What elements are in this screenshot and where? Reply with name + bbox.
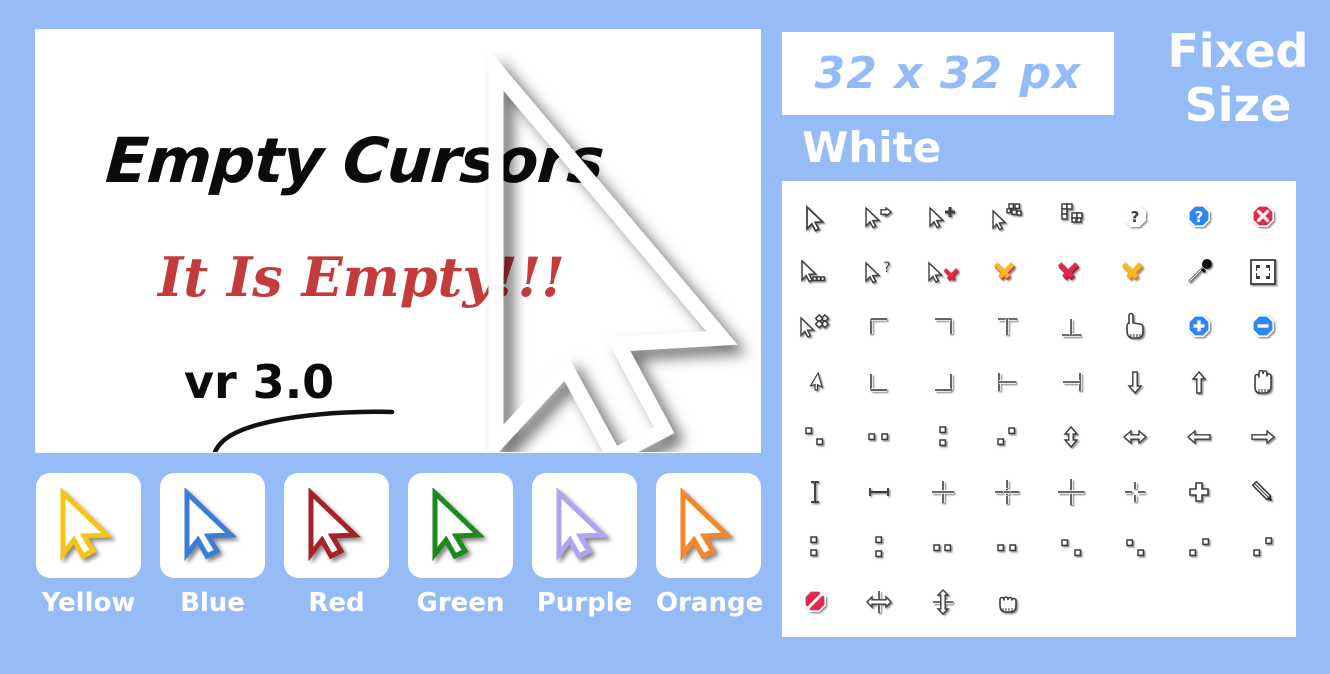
- arrow-cursor-icon[interactable]: [783, 189, 847, 244]
- resize-horizontal-pair-c-icon[interactable]: [975, 519, 1039, 574]
- color-variant-row: Yellow Blue Red Green Purple Orange: [36, 473, 766, 633]
- corner-bottom-right-icon[interactable]: [911, 354, 975, 409]
- color-card-label: Purple: [536, 588, 633, 618]
- arrow-move-icon[interactable]: [783, 299, 847, 354]
- zoom-in-octagon-icon[interactable]: [1167, 299, 1231, 354]
- arrow-cursor-green[interactable]: [408, 473, 513, 578]
- crosshair-small-dashed-icon[interactable]: [1103, 464, 1167, 519]
- hero-subtitle: It Is Empty!!!: [158, 245, 565, 309]
- color-card-purple[interactable]: Purple: [532, 473, 637, 618]
- hero-card: Empty Cursors It Is Empty!!! vr 3.0: [36, 30, 760, 452]
- color-card-yellow[interactable]: Yellow: [36, 473, 141, 618]
- color-card-label: Orange: [656, 588, 764, 618]
- color-card-label: Blue: [180, 588, 245, 618]
- x-mark-orange-icon[interactable]: [1103, 244, 1167, 299]
- tee-up-icon[interactable]: [1039, 299, 1103, 354]
- open-hand-icon[interactable]: [1231, 354, 1295, 409]
- zoom-out-octagon-icon[interactable]: [1231, 299, 1295, 354]
- x-mark-yellow-red-icon[interactable]: [975, 244, 1039, 299]
- arrow-dotted-trail-icon[interactable]: [783, 244, 847, 299]
- arrow-right-icon[interactable]: [1231, 409, 1295, 464]
- crosshair-plain-icon[interactable]: [911, 464, 975, 519]
- color-card-label: Red: [308, 588, 365, 618]
- arrow-up-icon[interactable]: [1167, 354, 1231, 409]
- arrow-app-starting-icon[interactable]: [847, 189, 911, 244]
- crosshair-large-icon[interactable]: [1039, 464, 1103, 519]
- tee-down-icon[interactable]: [975, 299, 1039, 354]
- resize-diagonal-c-icon[interactable]: [1167, 519, 1231, 574]
- resize-horizontal-pair-icon[interactable]: [847, 409, 911, 464]
- busy-blocks-icon[interactable]: [1039, 189, 1103, 244]
- horizontal-ibeam-icon[interactable]: [847, 464, 911, 519]
- fixed-size-label: Fixed Size: [1148, 28, 1328, 128]
- svg-text:?: ?: [883, 260, 890, 276]
- resize-vertical-stack-a-icon[interactable]: [783, 519, 847, 574]
- help-octagon-outline-icon[interactable]: ?: [1103, 189, 1167, 244]
- pencil-icon[interactable]: [1231, 464, 1295, 519]
- color-card-green[interactable]: Green: [408, 473, 513, 618]
- svg-text:?: ?: [1195, 208, 1204, 226]
- corner-top-right-icon[interactable]: [911, 299, 975, 354]
- arrow-working-in-background-icon[interactable]: [975, 189, 1039, 244]
- arrow-cursor-blue[interactable]: [160, 473, 265, 578]
- resize-diagonal-a-icon[interactable]: [1039, 519, 1103, 574]
- size-banner-text: 32 x 32 px: [814, 48, 1082, 99]
- split-horizontal-icon[interactable]: [847, 574, 911, 629]
- resize-horizontal-arrow-icon[interactable]: [1103, 409, 1167, 464]
- cursor-grid-panel: ???: [782, 181, 1296, 637]
- arrow-cursor-yellow[interactable]: [36, 473, 141, 578]
- resize-vertical-pair-icon[interactable]: [911, 409, 975, 464]
- resize-horizontal-pair-b-icon[interactable]: [911, 519, 975, 574]
- resize-diagonal-d-icon[interactable]: [1231, 519, 1295, 574]
- arrow-cursor-orange[interactable]: [656, 473, 761, 578]
- resize-vertical-arrow-icon[interactable]: [1039, 409, 1103, 464]
- fixed-size-line2: Size: [1184, 78, 1292, 132]
- tee-left-icon[interactable]: [1039, 354, 1103, 409]
- fit-to-frame-icon[interactable]: [1231, 244, 1295, 299]
- arrow-cursor-purple[interactable]: [532, 473, 637, 578]
- x-mark-red-icon[interactable]: [1039, 244, 1103, 299]
- crosshair-bold-icon[interactable]: [1167, 464, 1231, 519]
- text-ibeam-icon[interactable]: [783, 464, 847, 519]
- arrow-down-icon[interactable]: [1103, 354, 1167, 409]
- resize-diagonal-nwse-icon[interactable]: [783, 409, 847, 464]
- version-label: vr 3.0: [184, 355, 335, 409]
- unavailable-octagon-red-icon[interactable]: [1231, 189, 1295, 244]
- size-banner: 32 x 32 px: [782, 32, 1114, 115]
- corner-bottom-left-icon[interactable]: [847, 354, 911, 409]
- color-card-label: Yellow: [41, 588, 136, 618]
- split-vertical-icon[interactable]: [911, 574, 975, 629]
- color-card-label: Green: [416, 588, 505, 618]
- arrow-help-question-icon[interactable]: ?: [847, 244, 911, 299]
- color-card-orange[interactable]: Orange: [656, 473, 764, 618]
- eyedropper-icon[interactable]: [1167, 244, 1231, 299]
- arrow-left-icon[interactable]: [1167, 409, 1231, 464]
- tee-right-icon[interactable]: [975, 354, 1039, 409]
- color-card-blue[interactable]: Blue: [160, 473, 265, 618]
- crosshair-dashed-icon[interactable]: [975, 464, 1039, 519]
- pointing-hand-icon[interactable]: [1103, 299, 1167, 354]
- svg-text:?: ?: [1131, 208, 1140, 226]
- arrow-plus-icon[interactable]: [911, 189, 975, 244]
- help-octagon-blue-icon[interactable]: ?: [1167, 189, 1231, 244]
- fixed-size-line1: Fixed: [1167, 24, 1309, 78]
- resize-diagonal-b-icon[interactable]: [1103, 519, 1167, 574]
- corner-top-left-icon[interactable]: [847, 299, 911, 354]
- arrow-cursor-red[interactable]: [284, 473, 389, 578]
- underline-swoosh: [212, 409, 395, 452]
- resize-vertical-stack-b-icon[interactable]: [847, 519, 911, 574]
- color-card-red[interactable]: Red: [284, 473, 389, 618]
- resize-diagonal-nesw-icon[interactable]: [975, 409, 1039, 464]
- page-title: Empty Cursors: [103, 124, 606, 197]
- variant-label: White: [802, 123, 942, 172]
- arrow-delete-x-icon[interactable]: [911, 244, 975, 299]
- cursor-grid: ???: [782, 189, 1296, 629]
- no-entry-octagon-icon[interactable]: [783, 574, 847, 629]
- poster-canvas: Empty Cursors It Is Empty!!! vr 3.0 32 x…: [0, 0, 1330, 674]
- grabbing-hand-icon[interactable]: [975, 574, 1039, 629]
- arrow-up-left-small-icon[interactable]: [783, 354, 847, 409]
